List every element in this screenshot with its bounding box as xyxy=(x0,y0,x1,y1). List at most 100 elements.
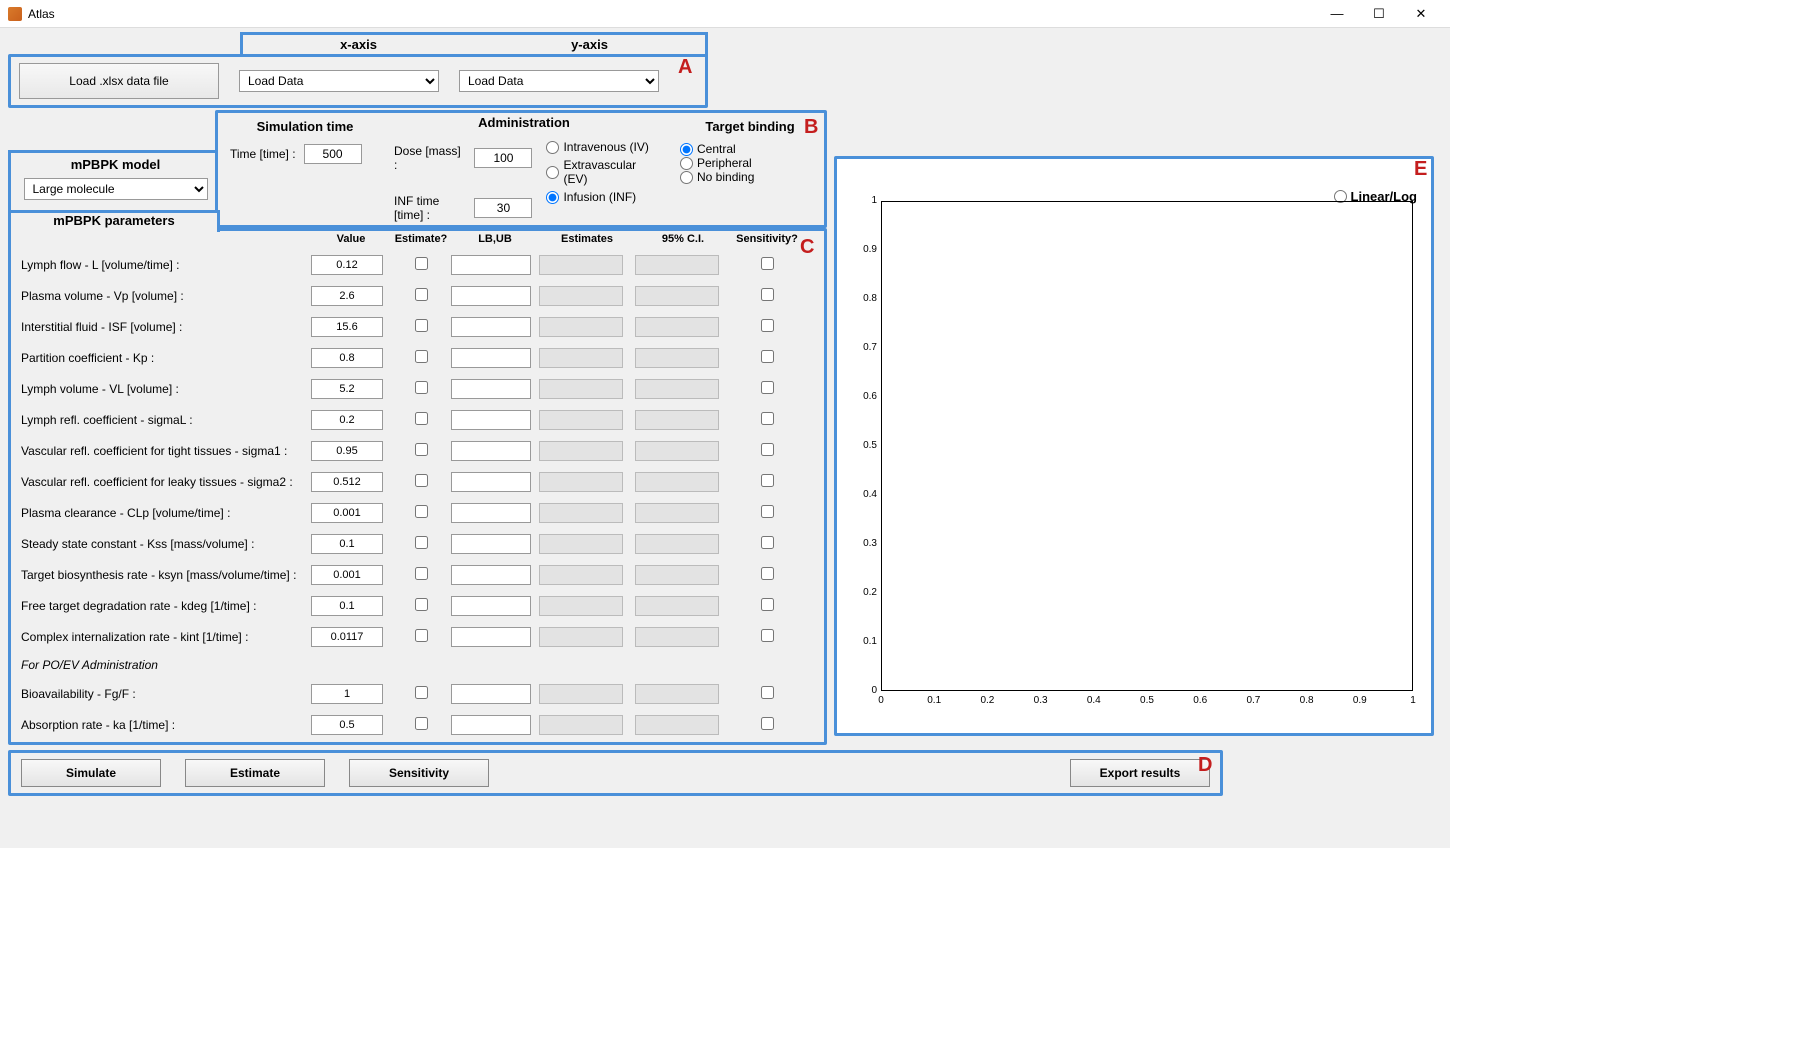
param-sensitivity-checkbox[interactable] xyxy=(761,350,774,363)
param-sensitivity-checkbox[interactable] xyxy=(761,381,774,394)
param-sensitivity-checkbox[interactable] xyxy=(761,505,774,518)
target-radio-1[interactable] xyxy=(680,157,693,170)
export-results-button[interactable]: Export results xyxy=(1070,759,1210,787)
target-radio-2[interactable] xyxy=(680,171,693,184)
param-lbub-input[interactable] xyxy=(451,503,531,523)
param-sensitivity-checkbox[interactable] xyxy=(761,717,774,730)
param-lbub-input[interactable] xyxy=(451,255,531,275)
param-estimate-checkbox[interactable] xyxy=(415,474,428,487)
y-axis-select[interactable]: Load Data xyxy=(459,70,659,92)
admin-option-1: Extravascular (EV) xyxy=(546,158,654,186)
param-sensitivity-checkbox[interactable] xyxy=(761,319,774,332)
param-estimate-checkbox[interactable] xyxy=(415,257,428,270)
param-label: Absorption rate - ka [1/time] : xyxy=(21,718,311,732)
x-tick: 0.1 xyxy=(921,695,947,706)
param-estimate-checkbox[interactable] xyxy=(415,350,428,363)
param-lbub-input[interactable] xyxy=(451,379,531,399)
param-lbub-input[interactable] xyxy=(451,565,531,585)
param-sensitivity-checkbox[interactable] xyxy=(761,567,774,580)
param-estimate-checkbox[interactable] xyxy=(415,598,428,611)
param-value-input[interactable] xyxy=(311,410,383,430)
simulate-button[interactable]: Simulate xyxy=(21,759,161,787)
param-sensitivity-checkbox[interactable] xyxy=(761,474,774,487)
maximize-button[interactable]: ☐ xyxy=(1358,1,1400,27)
panel-b: Simulation time Time [time] : Administra… xyxy=(215,110,827,228)
param-lbub-input[interactable] xyxy=(451,348,531,368)
dose-input[interactable] xyxy=(474,148,532,168)
param-estimate-checkbox[interactable] xyxy=(415,717,428,730)
param-estimates-display xyxy=(539,348,623,368)
param-value-input[interactable] xyxy=(311,715,383,735)
param-estimate-checkbox[interactable] xyxy=(415,567,428,580)
param-estimate-checkbox[interactable] xyxy=(415,381,428,394)
close-button[interactable]: ✕ xyxy=(1400,1,1442,27)
param-estimate-checkbox[interactable] xyxy=(415,686,428,699)
param-sensitivity-checkbox[interactable] xyxy=(761,443,774,456)
param-lbub-input[interactable] xyxy=(451,410,531,430)
param-ci-display xyxy=(635,715,719,735)
estimate-button[interactable]: Estimate xyxy=(185,759,325,787)
model-select[interactable]: Large molecule xyxy=(24,178,208,200)
param-estimate-checkbox[interactable] xyxy=(415,536,428,549)
col-value: Value xyxy=(311,233,391,245)
param-value-input[interactable] xyxy=(311,596,383,616)
param-sensitivity-checkbox[interactable] xyxy=(761,288,774,301)
param-label: Bioavailability - Fg/F : xyxy=(21,687,311,701)
param-estimate-checkbox[interactable] xyxy=(415,288,428,301)
param-lbub-input[interactable] xyxy=(451,596,531,616)
param-estimate-checkbox[interactable] xyxy=(415,412,428,425)
param-sensitivity-checkbox[interactable] xyxy=(761,412,774,425)
param-ci-display xyxy=(635,379,719,399)
param-estimate-checkbox[interactable] xyxy=(415,319,428,332)
param-ci-display xyxy=(635,534,719,554)
target-radio-label: No binding xyxy=(697,170,754,184)
param-value-input[interactable] xyxy=(311,534,383,554)
param-sensitivity-checkbox[interactable] xyxy=(761,686,774,699)
param-label: Complex internalization rate - kint [1/t… xyxy=(21,630,311,644)
param-value-input[interactable] xyxy=(311,503,383,523)
param-estimate-checkbox[interactable] xyxy=(415,505,428,518)
param-lbub-input[interactable] xyxy=(451,715,531,735)
param-ci-display xyxy=(635,627,719,647)
param-lbub-input[interactable] xyxy=(451,684,531,704)
inf-time-input[interactable] xyxy=(474,198,532,218)
param-lbub-input[interactable] xyxy=(451,286,531,306)
param-lbub-input[interactable] xyxy=(451,627,531,647)
admin-radio-1[interactable] xyxy=(546,166,559,179)
sensitivity-button[interactable]: Sensitivity xyxy=(349,759,489,787)
time-input[interactable] xyxy=(304,144,362,164)
param-value-input[interactable] xyxy=(311,684,383,704)
param-value-input[interactable] xyxy=(311,286,383,306)
param-lbub-input[interactable] xyxy=(451,317,531,337)
param-estimate-checkbox[interactable] xyxy=(415,443,428,456)
param-value-input[interactable] xyxy=(311,441,383,461)
param-value-input[interactable] xyxy=(311,472,383,492)
minimize-button[interactable]: — xyxy=(1316,1,1358,27)
app-icon xyxy=(8,7,22,21)
param-estimates-display xyxy=(539,596,623,616)
param-lbub-input[interactable] xyxy=(451,534,531,554)
param-sensitivity-checkbox[interactable] xyxy=(761,536,774,549)
admin-radio-0[interactable] xyxy=(546,141,559,154)
panel-c: Value Estimate? LB,UB Estimates 95% C.I.… xyxy=(8,228,827,745)
target-radio-0[interactable] xyxy=(680,143,693,156)
param-sensitivity-checkbox[interactable] xyxy=(761,598,774,611)
param-sensitivity-checkbox[interactable] xyxy=(761,629,774,642)
param-value-input[interactable] xyxy=(311,317,383,337)
param-estimates-display xyxy=(539,715,623,735)
param-value-input[interactable] xyxy=(311,565,383,585)
param-value-input[interactable] xyxy=(311,379,383,399)
param-estimates-display xyxy=(539,410,623,430)
param-estimate-checkbox[interactable] xyxy=(415,629,428,642)
x-axis-select[interactable]: Load Data xyxy=(239,70,439,92)
param-lbub-input[interactable] xyxy=(451,472,531,492)
admin-radio-2[interactable] xyxy=(546,191,559,204)
param-lbub-input[interactable] xyxy=(451,441,531,461)
dose-label: Dose [mass] : xyxy=(394,144,466,172)
param-value-input[interactable] xyxy=(311,255,383,275)
param-sensitivity-checkbox[interactable] xyxy=(761,257,774,270)
title-bar: Atlas — ☐ ✕ xyxy=(0,0,1450,28)
param-value-input[interactable] xyxy=(311,627,383,647)
param-value-input[interactable] xyxy=(311,348,383,368)
load-data-button[interactable]: Load .xlsx data file xyxy=(19,63,219,99)
